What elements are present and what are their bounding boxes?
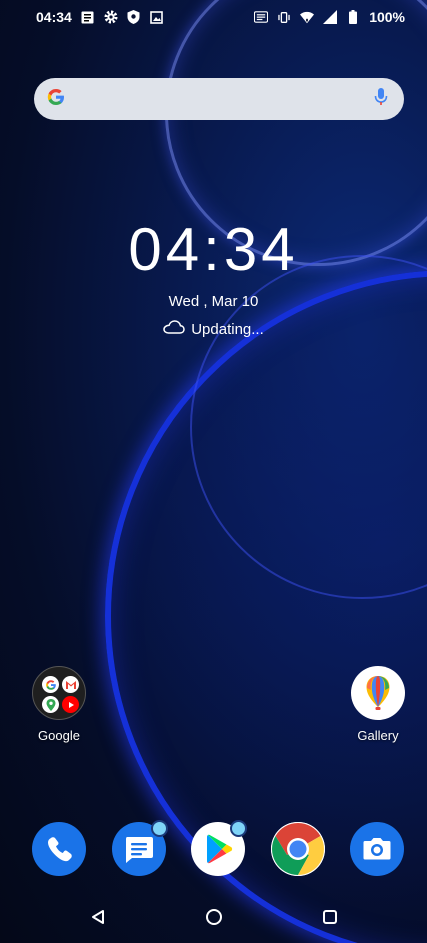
gallery-icon: [351, 666, 405, 720]
play-store-icon: [191, 820, 247, 876]
camera-icon: [350, 822, 404, 876]
wifi-icon: [300, 10, 315, 24]
dock-play-store[interactable]: [191, 820, 247, 876]
app-label-gallery: Gallery: [357, 728, 399, 743]
notification-badge: [151, 820, 168, 837]
google-g-icon: [46, 87, 66, 112]
dock-messages[interactable]: [112, 820, 168, 876]
recents-icon[interactable]: [322, 909, 338, 930]
battery-icon: [346, 10, 360, 24]
google-g-mini-icon: [42, 676, 59, 693]
image-icon: [150, 10, 164, 24]
mic-icon[interactable]: [374, 87, 388, 112]
hd-icon: [254, 10, 269, 24]
weather-text: Updating...: [191, 320, 264, 338]
clock-widget-date[interactable]: Wed , Mar 10: [0, 293, 427, 310]
notification-badge: [230, 820, 247, 837]
google-folder-icon: [32, 666, 86, 720]
messages-icon: [112, 820, 168, 876]
dock-chrome[interactable]: [271, 822, 325, 876]
dock-camera[interactable]: [350, 822, 404, 876]
cloud-icon: [163, 320, 185, 338]
chrome-icon: [271, 822, 325, 876]
gmail-mini-icon: [62, 676, 79, 693]
battery-percent: 100%: [369, 9, 405, 25]
signal-icon: [323, 10, 338, 24]
dock: [0, 820, 427, 878]
navigation-bar: [0, 895, 427, 943]
google-folder[interactable]: Google: [19, 666, 99, 743]
gallery-app[interactable]: Gallery: [338, 666, 418, 743]
status-time: 04:34: [36, 9, 72, 25]
settings-icon: [104, 10, 118, 24]
phone-icon: [32, 822, 86, 876]
weather-status[interactable]: Updating...: [0, 320, 427, 338]
status-bar: 04:34 100%: [0, 0, 427, 34]
notes-icon: [81, 10, 95, 24]
shield-icon: [127, 10, 141, 24]
app-label-google: Google: [38, 728, 80, 743]
back-icon[interactable]: [90, 909, 106, 930]
vibrate-icon: [277, 10, 291, 24]
maps-mini-icon: [42, 696, 59, 713]
youtube-mini-icon: [62, 696, 79, 713]
dock-phone[interactable]: [32, 822, 86, 876]
home-icon[interactable]: [205, 908, 223, 931]
clock-widget-time[interactable]: 04:34: [0, 215, 427, 284]
google-search-bar[interactable]: [34, 78, 404, 120]
wallpaper: [0, 0, 427, 943]
